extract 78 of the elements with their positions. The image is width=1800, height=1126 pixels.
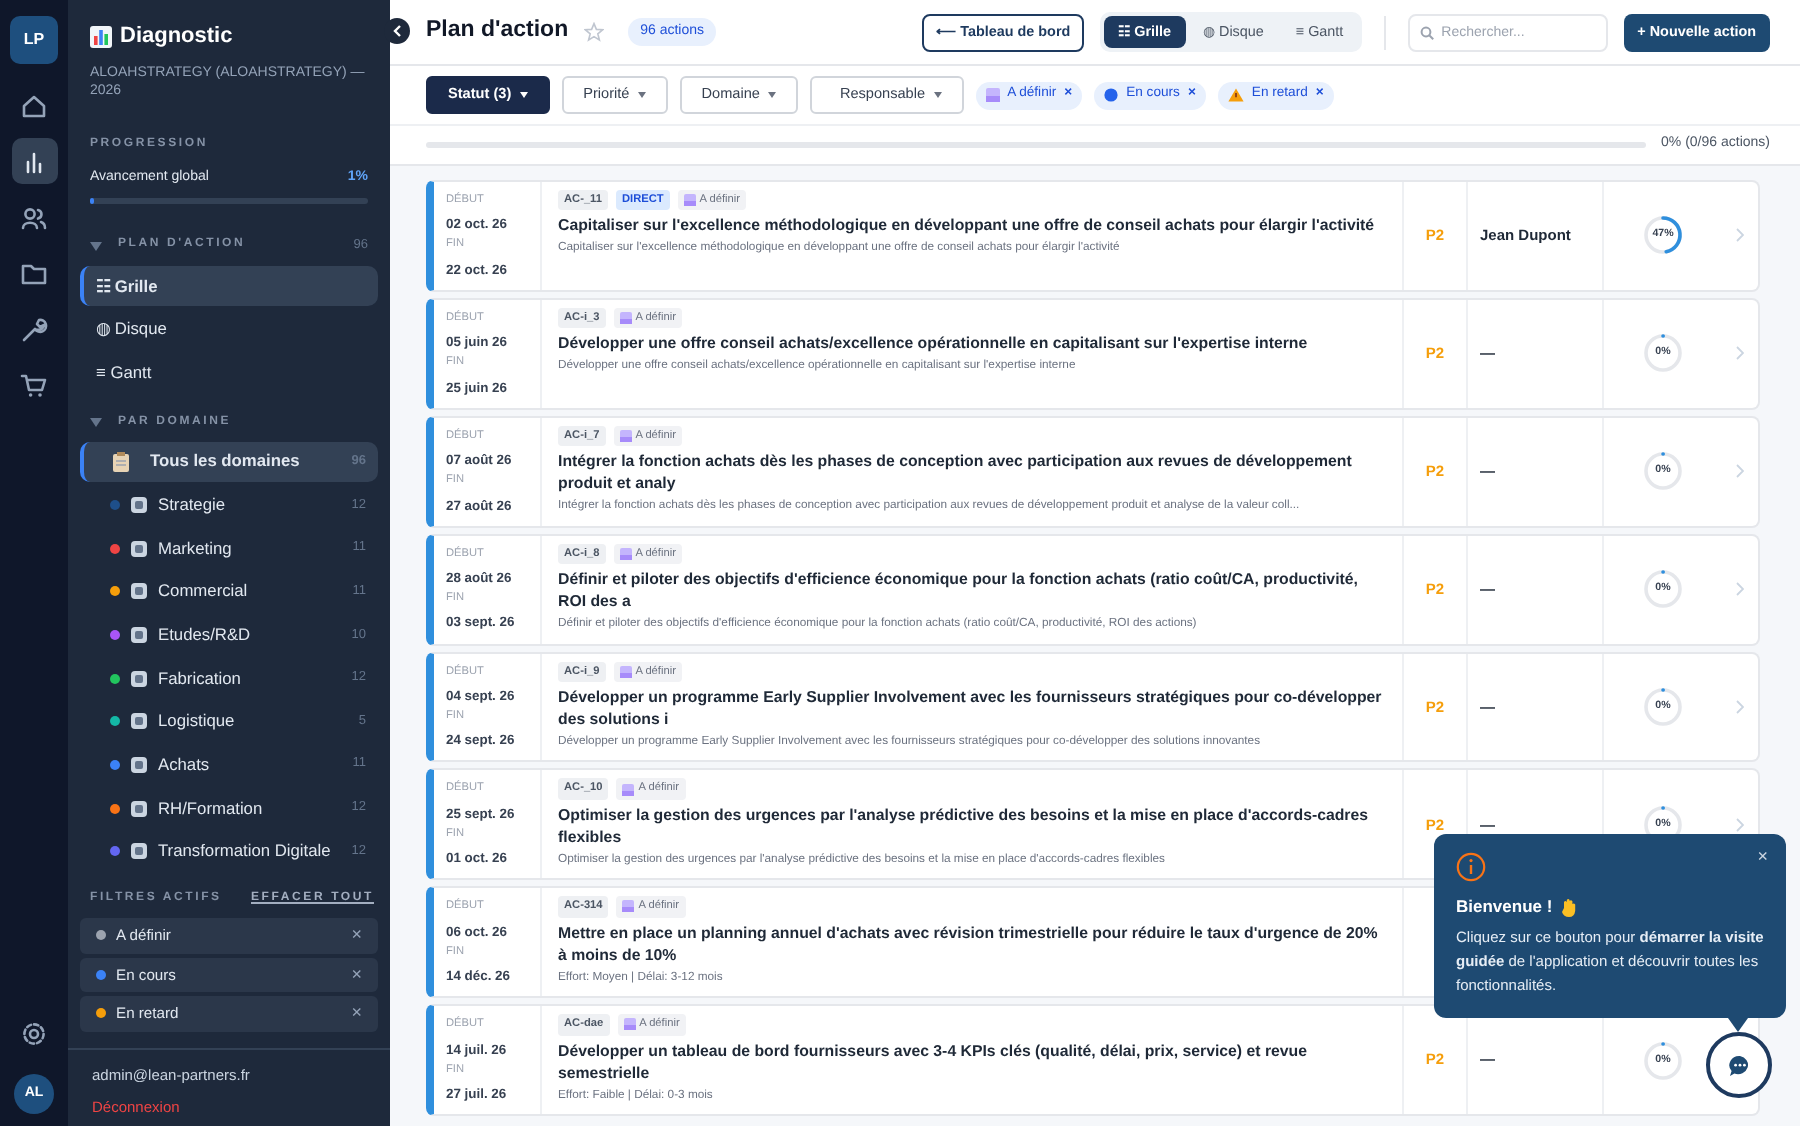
view-item[interactable]: ◍ Disque bbox=[80, 308, 378, 350]
tile-icon bbox=[619, 312, 632, 325]
chevron-icon bbox=[392, 24, 402, 38]
progress-ring bbox=[1642, 568, 1684, 611]
progress-ring bbox=[1642, 1039, 1684, 1082]
domain-label: Fabrication bbox=[158, 665, 241, 691]
tile-icon bbox=[619, 429, 632, 442]
wrench-icon bbox=[20, 315, 48, 343]
caret-icon bbox=[519, 92, 528, 98]
domain-icon bbox=[130, 539, 148, 558]
domain-icon bbox=[130, 842, 148, 861]
action-card[interactable] bbox=[426, 180, 1760, 292]
domain-icon bbox=[130, 755, 148, 774]
chevron-icon bbox=[1736, 817, 1744, 832]
tile-icon bbox=[622, 900, 635, 913]
folder-icon bbox=[20, 259, 48, 287]
domain-icon bbox=[130, 495, 148, 514]
sidebar-title: Diagnostic bbox=[120, 22, 233, 52]
app-logo: LP bbox=[10, 16, 58, 64]
chevron-icon bbox=[1736, 699, 1744, 714]
view-item[interactable]: ≡ Gantt bbox=[80, 351, 378, 393]
popover-title: Bienvenue ! bbox=[1456, 894, 1553, 920]
action-card[interactable] bbox=[426, 1004, 1760, 1116]
progress-ring bbox=[1642, 332, 1684, 375]
view-item[interactable]: ☷ Grille bbox=[80, 265, 378, 306]
domain-icon bbox=[130, 625, 148, 644]
domain-label: Strategie bbox=[158, 492, 226, 518]
domain-icon bbox=[130, 669, 148, 688]
progress-ring bbox=[1642, 450, 1684, 493]
domain-icon bbox=[130, 712, 148, 731]
warning-icon bbox=[1227, 88, 1244, 102]
tile-icon bbox=[985, 88, 1000, 102]
search-icon bbox=[1419, 25, 1434, 39]
caret-icon bbox=[767, 92, 776, 98]
action-card[interactable] bbox=[426, 768, 1760, 881]
remove-icon[interactable]: × bbox=[351, 961, 362, 989]
domain-label: Etudes/R&D bbox=[158, 622, 251, 648]
caret-icon bbox=[933, 92, 942, 98]
circle-icon bbox=[1104, 88, 1119, 102]
domain-label: Achats bbox=[158, 752, 210, 778]
domain-label: Transformation Digitale bbox=[158, 838, 331, 864]
info-icon bbox=[1456, 852, 1486, 883]
settings-icon bbox=[20, 1019, 48, 1047]
domain-label: RH/Formation bbox=[158, 795, 263, 821]
caret-icon bbox=[637, 92, 646, 98]
tile-icon bbox=[683, 194, 696, 207]
page-title: Plan d'action bbox=[426, 16, 569, 47]
action-card[interactable] bbox=[426, 297, 1760, 410]
tile-icon bbox=[619, 665, 632, 678]
users-icon bbox=[20, 203, 48, 231]
cart-icon bbox=[20, 371, 48, 399]
domain-label: Marketing bbox=[158, 535, 232, 561]
progress-ring bbox=[1642, 685, 1684, 728]
tile-icon bbox=[622, 783, 635, 796]
close-button[interactable]: × bbox=[1757, 844, 1768, 872]
action-card[interactable] bbox=[426, 533, 1760, 645]
remove-icon[interactable]: × bbox=[351, 1000, 362, 1028]
domain-icon bbox=[130, 582, 148, 601]
remove-icon[interactable]: × bbox=[351, 922, 362, 950]
action-card[interactable] bbox=[426, 415, 1760, 528]
clipboard-icon bbox=[112, 451, 130, 472]
chevron-icon bbox=[1736, 464, 1744, 479]
domain-icon bbox=[130, 799, 148, 818]
chat-icon bbox=[1727, 1053, 1751, 1077]
chart-icon bbox=[90, 25, 112, 48]
chevron-icon bbox=[1736, 582, 1744, 597]
home-icon bbox=[20, 91, 48, 119]
star-icon bbox=[584, 22, 605, 42]
chevron-icon bbox=[1736, 228, 1744, 243]
hand-icon bbox=[1560, 897, 1579, 918]
domain-label: Commercial bbox=[158, 578, 248, 605]
domain-label: Logistique bbox=[158, 708, 235, 735]
chevron-icon bbox=[1736, 346, 1744, 361]
tile-icon bbox=[619, 547, 632, 560]
nav-button[interactable] bbox=[11, 138, 57, 184]
action-card[interactable] bbox=[426, 651, 1760, 763]
tile-icon bbox=[623, 1018, 636, 1031]
domain-label: Tous les domaines bbox=[150, 448, 300, 475]
